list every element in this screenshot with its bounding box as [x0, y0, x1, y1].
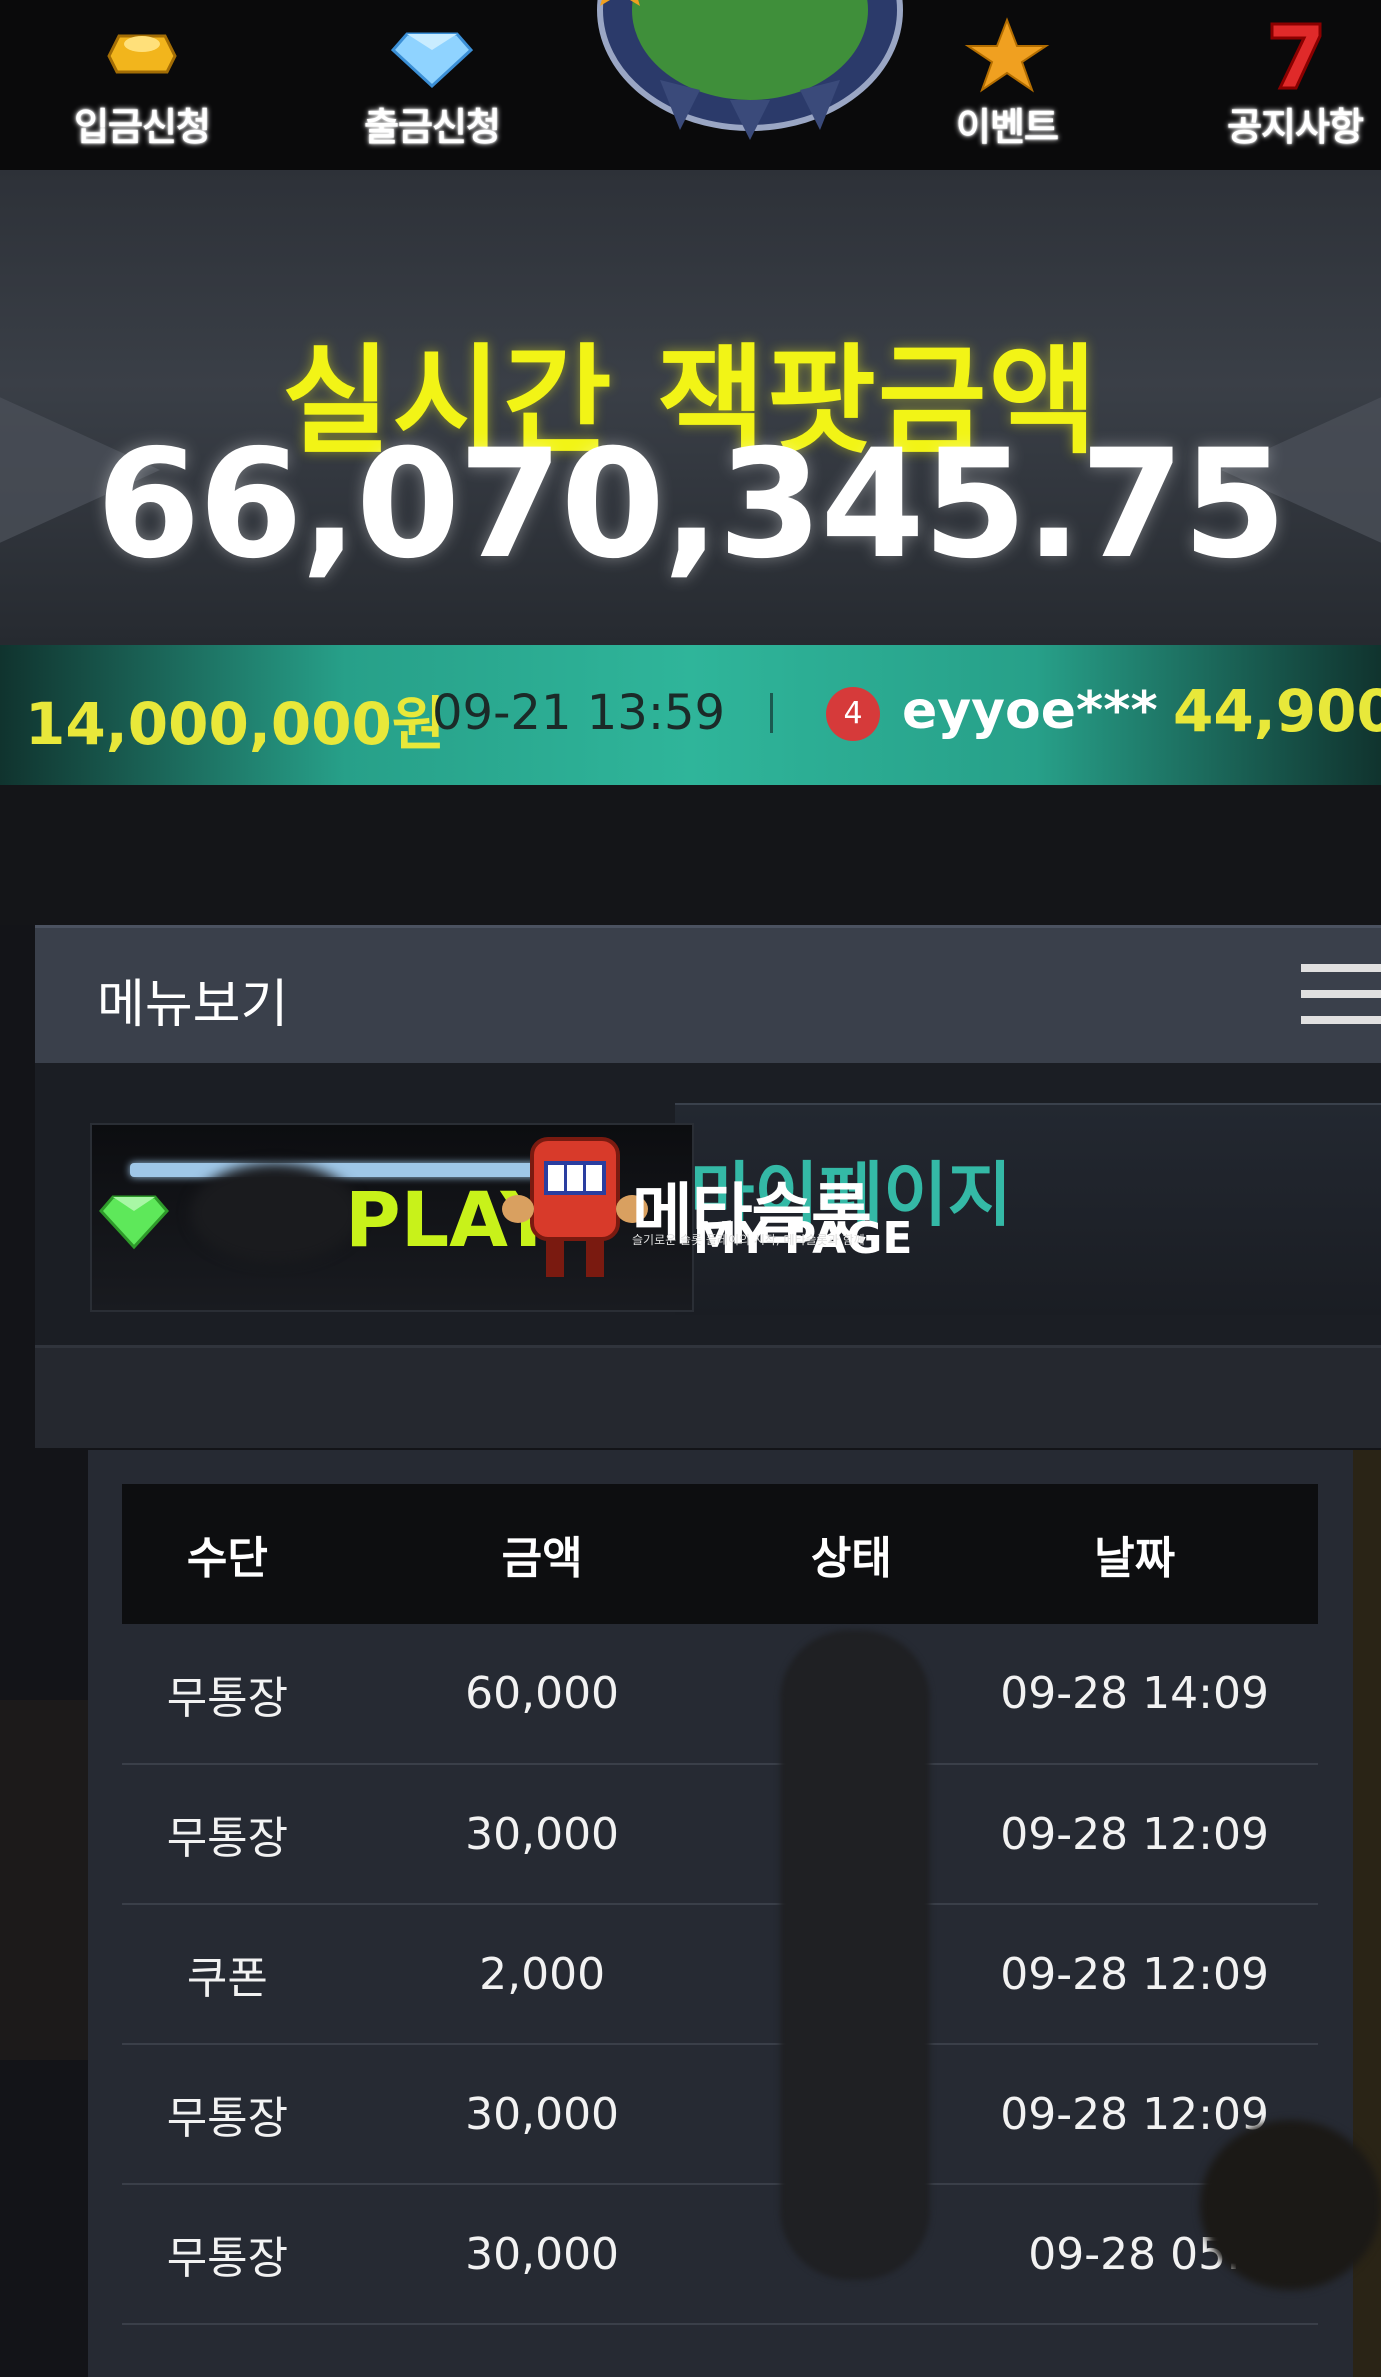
col-date: 날짜	[1094, 1533, 1176, 1584]
page-header: PLAY 마이페이지 MY PAGE 메타슬롯 슬기로운 슬롯 플레이의 시작,…	[35, 1063, 1381, 1363]
table-row: 무통장 30,000 09-28 12:09	[122, 1764, 1318, 1904]
nav-withdraw-label: 출금신청	[364, 105, 501, 149]
redaction	[780, 1630, 930, 2280]
nav-withdraw[interactable]: 출금신청	[332, 0, 532, 170]
menu-bar[interactable]: 메뉴보기	[35, 925, 1381, 1063]
cell-amount: 30,000	[465, 2088, 620, 2140]
cell-method: 무통장	[166, 2233, 289, 2284]
spacer	[0, 785, 1381, 925]
rank-badge: 4	[826, 687, 880, 741]
table-row: 쿠폰 2,000 09-28 12:09	[122, 1904, 1318, 2044]
redaction	[1200, 2120, 1381, 2290]
site-logo	[597, 0, 903, 140]
gold-ingot-icon	[107, 34, 177, 74]
table-row: 무통장 30,000 09-28 05:	[122, 2184, 1318, 2324]
cell-method: 무통장	[166, 1813, 289, 1864]
cell-date: 09-28 12:09	[1000, 1808, 1269, 1860]
nav-event[interactable]: 이벤트	[907, 0, 1107, 170]
winners-ticker: 14,000,000원 09-21 13:59 4 eyyoe*** 44,90…	[0, 645, 1381, 785]
table-header: 수단 금액 상태 날짜	[122, 1484, 1318, 1624]
nav-notice-label: 공지사항	[1227, 105, 1364, 149]
col-method: 수단	[186, 1533, 268, 1584]
hamburger-icon[interactable]	[1301, 964, 1381, 1034]
nav-deposit[interactable]: 입금신청	[42, 0, 242, 170]
nav-event-label: 이벤트	[956, 105, 1059, 149]
cell-method: 쿠폰	[186, 1953, 268, 2004]
cell-method: 무통장	[166, 2093, 289, 2144]
star-icon	[964, 17, 1050, 93]
top-nav: 입금신청 출금신청 이벤트 공지사항	[0, 0, 1381, 170]
ticker-divider	[770, 693, 773, 733]
ticker-time: 09-21 13:59	[432, 685, 726, 741]
diamond-icon	[390, 32, 474, 89]
cell-amount: 2,000	[479, 1948, 606, 2000]
cell-date: 09-28 12:09	[1000, 1948, 1269, 2000]
nav-deposit-label: 입금신청	[74, 105, 211, 149]
col-status: 상태	[810, 1533, 892, 1584]
lucky-seven-icon	[1270, 22, 1322, 90]
redaction	[190, 1163, 360, 1263]
ticker-amount: 14,000,000원	[25, 690, 446, 758]
ticker-user: eyyoe***	[902, 681, 1158, 741]
ticker-amount-next: 44,900,	[1173, 677, 1381, 745]
cell-amount: 30,000	[465, 2228, 620, 2280]
slot-machine-mascot-icon	[502, 1137, 648, 1277]
history-table: 수단 금액 상태 날짜 무통장 60,000 09-28 14:09 무통장 3…	[122, 1484, 1318, 2325]
col-amount: 금액	[501, 1533, 583, 1584]
cell-amount: 30,000	[465, 1808, 620, 1860]
table-row: 무통장 30,000 09-28 12:09	[122, 2044, 1318, 2184]
menu-label: 메뉴보기	[97, 975, 289, 1035]
brand-tagline: 슬기로운 슬롯 플레이의 시작, 메타슬롯과 함께	[632, 1233, 865, 1247]
table-row: 무통장 60,000 09-28 14:09	[122, 1624, 1318, 1764]
jackpot-banner: 실시간 잭팟금액 66,070,345.75	[0, 170, 1381, 645]
cell-method: 무통장	[166, 1672, 289, 1724]
cell-amount: 60,000	[465, 1668, 620, 1719]
sub-bar	[35, 1345, 1381, 1448]
background-figure	[0, 1700, 88, 2060]
jackpot-amount: 66,070,345.75	[96, 418, 1287, 592]
cell-date: 09-28 14:09	[1000, 1668, 1269, 1719]
nav-notice[interactable]: 공지사항	[1195, 0, 1381, 170]
green-diamond-icon	[99, 1195, 169, 1250]
